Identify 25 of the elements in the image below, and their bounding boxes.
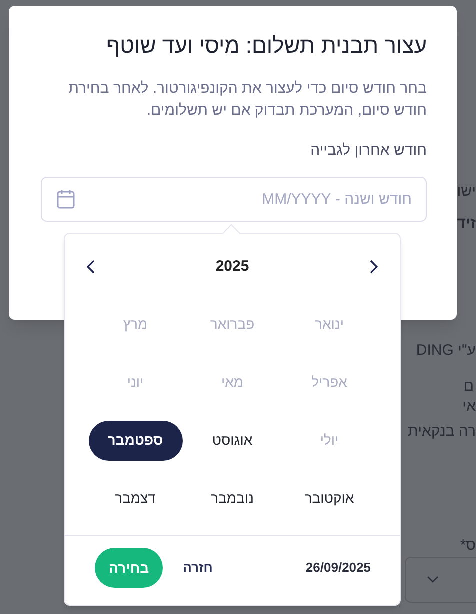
background-text: אי	[462, 397, 476, 417]
background-text: ישו	[457, 182, 476, 202]
month-option[interactable]: נובמבר	[186, 478, 280, 518]
calendar-icon	[57, 188, 75, 208]
chevron-right-icon[interactable]	[370, 260, 378, 274]
chevron-left-icon[interactable]	[87, 260, 95, 274]
dialog-title: עצור תבנית תשלום: מיסי ועד שוטף	[105, 32, 427, 60]
back-button[interactable]: חזרה	[183, 558, 213, 578]
background-text: זיד	[457, 214, 476, 234]
year-label: 2025	[216, 257, 250, 277]
selected-date: 26/09/2025	[306, 559, 371, 578]
select-field[interactable]	[405, 557, 476, 603]
background-text: רה בנקאית	[408, 422, 476, 442]
dialog-description: בחר חודש סיום כדי לעצור את הקונפיגורטור. לאחר בחירת חודש סיום, המערכת תבדוק אם יש תשלומים.	[68, 79, 427, 121]
month-option[interactable]: אוגוסט	[186, 420, 280, 460]
month-option[interactable]: דצמבר	[88, 478, 182, 518]
background-text: ם	[464, 377, 474, 397]
month-option[interactable]: ספטמבר	[88, 420, 182, 460]
background-text: ס*	[460, 536, 476, 556]
month-option[interactable]: אוקטובר	[282, 478, 376, 518]
chevron-down-icon	[427, 576, 439, 584]
field-label: חודש אחרון לגבייה	[310, 141, 427, 161]
background-text: ע"י DING	[416, 341, 476, 361]
month-field[interactable]: חודש ושנה - MM/YYYY	[41, 176, 427, 222]
select-button[interactable]: בחירה	[95, 548, 164, 588]
